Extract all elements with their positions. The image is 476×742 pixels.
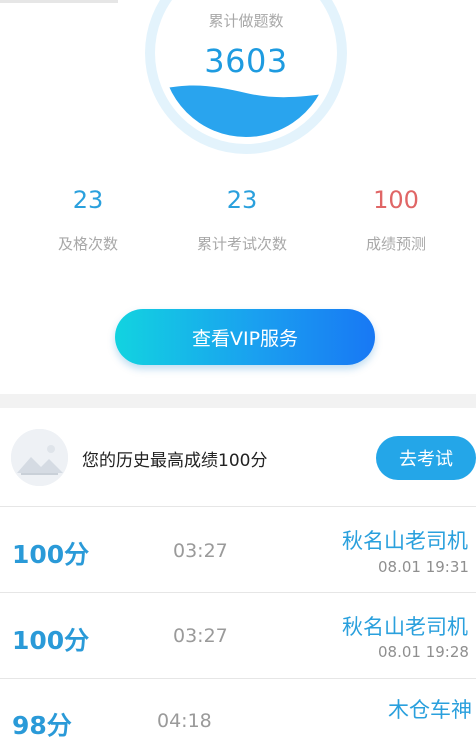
exam-count-label: 累计考试次数 [196,235,287,253]
best-score-text: 您的历史最高成绩100分 [82,451,268,471]
record-date: 08.01 19:28 [378,643,469,661]
record-name: 秋名山老司机 [342,529,468,553]
image-placeholder-icon [11,429,68,486]
record-date: 08.01 19:31 [378,558,469,576]
record-duration: 03:27 [173,540,228,562]
pass-count-value: 23 [72,186,104,214]
total-questions-label: 累计做题数 [208,12,284,30]
score-prediction-value: 100 [373,186,419,214]
section-divider [0,394,476,408]
go-exam-button-wrap[interactable]: 去考试 [376,436,476,480]
avatar[interactable] [11,429,68,486]
exam-count-value: 23 [226,186,258,214]
go-exam-button[interactable]: 去考试 [376,436,476,480]
record-duration: 04:18 [157,710,212,732]
row-divider [0,678,476,679]
record-duration: 03:27 [173,625,228,647]
row-divider [0,592,476,593]
total-questions-value: 3603 [204,42,288,80]
row-divider [0,506,476,507]
record-score: 100分 [12,540,90,569]
record-score: 98分 [12,711,72,740]
pass-count-label: 及格次数 [57,235,118,253]
record-name: 秋名山老司机 [342,615,468,639]
top-divider [0,0,118,3]
view-vip-button[interactable]: 查看VIP服务 [115,309,375,365]
score-prediction-label: 成绩预测 [365,235,426,253]
record-score: 100分 [12,626,90,655]
